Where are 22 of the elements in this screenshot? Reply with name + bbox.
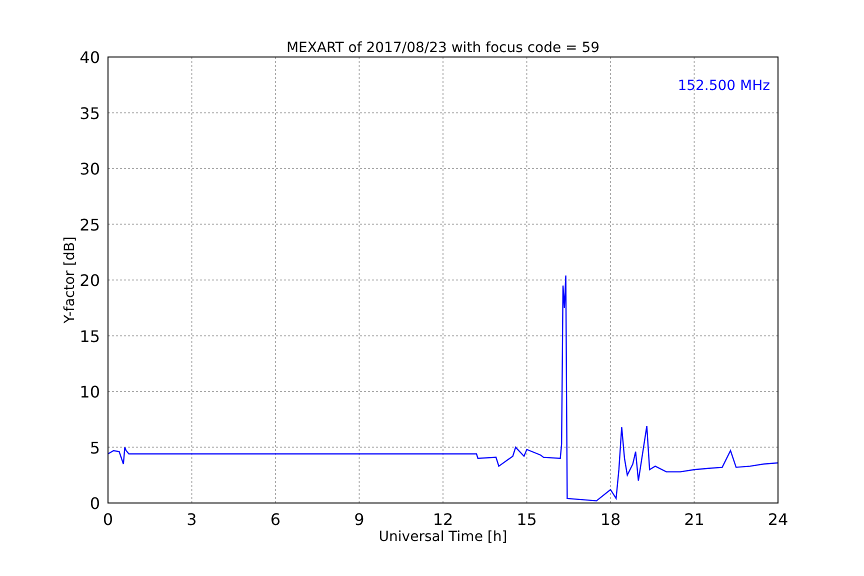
tick-label: 0 <box>102 510 114 529</box>
tick-label: 10 <box>80 382 100 402</box>
tick-label: 18 <box>600 510 621 529</box>
tick-label: 30 <box>80 160 100 178</box>
tick-label: 3 <box>186 510 197 529</box>
axis-label: Universal Time [h] <box>378 529 508 545</box>
tick-label: 24 <box>768 510 788 529</box>
tick-label: 25 <box>80 215 100 234</box>
tick-label: 15 <box>516 510 537 529</box>
tick-label: 12 <box>432 510 454 529</box>
tick-label: 6 <box>270 510 281 529</box>
tick-label: 9 <box>354 510 364 529</box>
tick-label: 35 <box>80 104 100 123</box>
tick-label: 5 <box>90 438 100 458</box>
series-label: 152.500 MHz <box>678 78 770 94</box>
tick-label: 40 <box>80 48 100 67</box>
chart-title: MEXART of 2017/08/23 with focus code = 59 <box>286 40 600 56</box>
axis-label: Y-factor [dB] <box>62 236 78 324</box>
tick-label: 20 <box>80 271 100 290</box>
tick-label: 15 <box>80 326 100 346</box>
tick-label: 21 <box>684 510 704 529</box>
tick-label: 0 <box>90 494 100 513</box>
